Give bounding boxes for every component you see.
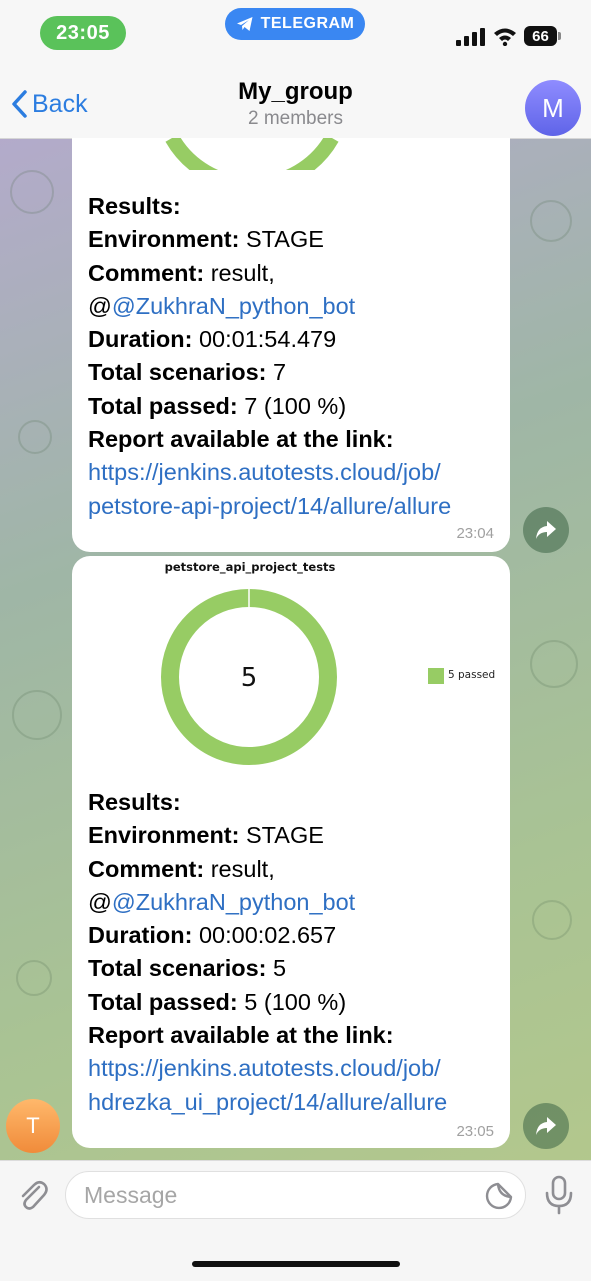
- wifi-icon: [494, 28, 516, 46]
- field-value: STAGE: [239, 226, 324, 253]
- message-line: hdrezka_ui_project/14/allure/allure: [88, 1086, 447, 1119]
- share-arrow-icon: [536, 1117, 556, 1135]
- chart-title: petstore_api_project_tests: [164, 560, 336, 574]
- message-line: Environment: STAGE: [88, 223, 451, 256]
- sender-avatar[interactable]: T: [6, 1099, 60, 1153]
- report-link[interactable]: petstore-api-project/14/allure/allure: [88, 493, 451, 519]
- donut-chart: 5: [161, 589, 337, 765]
- chat-subtitle: 2 members: [247, 108, 344, 129]
- background-doodle: [12, 690, 62, 740]
- mention-link[interactable]: @ZukhraN_python_bot: [112, 293, 355, 319]
- field-label: Environment:: [88, 822, 240, 849]
- battery-tip: [558, 32, 561, 40]
- donut-center-label: 5: [241, 663, 258, 693]
- message-line: Environment: STAGE: [88, 819, 447, 852]
- return-to-app-pill[interactable]: TELEGRAM: [225, 8, 365, 40]
- cellular-signal-icon: [456, 28, 485, 46]
- message-bubble[interactable]: Results: Environment: STAGE Comment: resul…: [72, 138, 510, 552]
- field-label: Comment:: [88, 259, 205, 286]
- microphone-icon[interactable]: [543, 1175, 575, 1215]
- forward-button[interactable]: [523, 507, 569, 553]
- sticker-icon[interactable]: [484, 1181, 514, 1211]
- chart-ring-partial: [165, 138, 339, 170]
- field-value: 7: [266, 359, 287, 386]
- group-avatar[interactable]: M: [525, 80, 581, 136]
- share-arrow-icon: [536, 521, 556, 539]
- home-indicator: [192, 1261, 400, 1267]
- field-label: Total scenarios:: [88, 955, 267, 982]
- field-value: 00:01:54.479: [192, 326, 337, 353]
- message-line: petstore-api-project/14/allure/allure: [88, 490, 451, 523]
- field-value: result,: [204, 855, 275, 882]
- report-link[interactable]: hdrezka_ui_project/14/allure/allure: [88, 1089, 447, 1115]
- field-label: Duration:: [88, 326, 193, 353]
- chat-header: Back My_group 2 members M: [0, 70, 591, 139]
- mention-prefix: @: [88, 888, 112, 915]
- message-bubble[interactable]: petstore_api_project_tests 5 5 passed Re…: [72, 556, 510, 1148]
- input-bar: [0, 1160, 591, 1281]
- field-label: Total scenarios:: [88, 359, 267, 386]
- message-line: Results:: [88, 786, 447, 819]
- message-line: https://jenkins.autotests.cloud/job/: [88, 456, 451, 489]
- background-doodle: [18, 420, 52, 454]
- telegram-plane-icon: [236, 17, 253, 31]
- background-doodle: [530, 640, 578, 688]
- message-time: 23:04: [456, 525, 494, 542]
- message-line: Duration: 00:01:54.479: [88, 323, 451, 356]
- field-label: Duration:: [88, 922, 193, 949]
- field-label: Total passed:: [88, 988, 238, 1015]
- field-value: STAGE: [239, 822, 324, 849]
- app-pill-label: TELEGRAM: [260, 15, 355, 32]
- field-value: 7 (100 %): [237, 392, 347, 419]
- message-line: Total scenarios: 7: [88, 356, 451, 389]
- message-line: https://jenkins.autotests.cloud/job/: [88, 1052, 447, 1085]
- field-label: Results:: [88, 193, 181, 219]
- background-doodle: [16, 960, 52, 996]
- background-doodle: [530, 200, 572, 242]
- message-line: Total passed: 5 (100 %): [88, 986, 447, 1019]
- paperclip-icon[interactable]: [14, 1177, 52, 1215]
- legend-swatch-passed: [428, 668, 444, 684]
- battery-level: 66: [532, 27, 549, 45]
- field-label: Total passed:: [88, 392, 238, 419]
- status-time: 23:05: [40, 16, 126, 50]
- message-line: @@ZukhraN_python_bot: [88, 290, 451, 323]
- chart-image[interactable]: petstore_api_project_tests 5 5 passed: [72, 556, 510, 786]
- field-label: Comment:: [88, 855, 205, 882]
- message-line: Report available at the link:: [88, 423, 451, 456]
- status-bar: 23:05 TELEGRAM 66: [0, 0, 591, 70]
- field-label: Report available at the link:: [88, 426, 394, 453]
- field-label: Results:: [88, 789, 181, 815]
- message-line: Comment: result,: [88, 853, 447, 886]
- field-value: 5: [266, 955, 287, 982]
- message-text: Results: Environment: STAGE Comment: resul…: [88, 786, 447, 1119]
- mention-link[interactable]: @ZukhraN_python_bot: [112, 889, 355, 915]
- battery-icon: 66: [524, 26, 557, 46]
- message-line: @@ZukhraN_python_bot: [88, 886, 447, 919]
- background-doodle: [532, 900, 572, 940]
- message-line: Duration: 00:00:02.657: [88, 919, 447, 952]
- background-doodle: [10, 170, 54, 214]
- message-line: Report available at the link:: [88, 1019, 447, 1052]
- message-time: 23:05: [456, 1123, 494, 1140]
- field-label: Environment:: [88, 226, 240, 253]
- message-line: Results:: [88, 190, 451, 223]
- report-link[interactable]: https://jenkins.autotests.cloud/job/: [88, 459, 441, 485]
- field-value: 00:00:02.657: [192, 922, 337, 949]
- legend-label: 5 passed: [448, 669, 496, 681]
- mention-prefix: @: [88, 292, 112, 319]
- message-line: Comment: result,: [88, 257, 451, 290]
- message-line: Total passed: 7 (100 %): [88, 390, 451, 423]
- message-line: Total scenarios: 5: [88, 952, 447, 985]
- message-input[interactable]: [65, 1171, 526, 1219]
- field-value: result,: [204, 259, 275, 286]
- forward-button[interactable]: [523, 1103, 569, 1149]
- field-label: Report available at the link:: [88, 1022, 394, 1049]
- report-link[interactable]: https://jenkins.autotests.cloud/job/: [88, 1055, 441, 1081]
- chat-title[interactable]: My_group: [0, 78, 591, 106]
- field-value: 5 (100 %): [237, 988, 347, 1015]
- message-text: Results: Environment: STAGE Comment: resul…: [88, 190, 451, 523]
